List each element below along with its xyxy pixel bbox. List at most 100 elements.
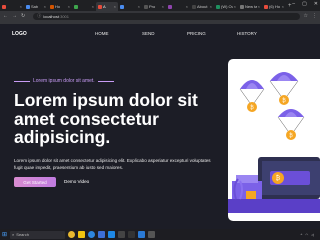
- file-explorer-taskbar-icon[interactable]: [78, 231, 86, 238]
- nav-link-home[interactable]: HOME: [95, 31, 109, 36]
- tab-favicon-icon: [50, 4, 54, 9]
- app-taskbar-icon[interactable]: [118, 231, 126, 238]
- browser-tab[interactable]: A ×: [96, 2, 118, 11]
- browser-tab[interactable]: ×: [118, 2, 142, 11]
- tab-favicon-icon: [120, 4, 124, 9]
- crypto-parachute-illustration: ₿ ₿ ₿ ₿: [228, 72, 320, 213]
- tab-label: New tab: [245, 4, 257, 9]
- terminal-taskbar-icon[interactable]: [128, 231, 136, 238]
- tab-label: (6) Ho: [269, 4, 281, 9]
- browser-tab[interactable]: ×: [72, 2, 96, 11]
- svg-text:₿: ₿: [282, 97, 286, 104]
- nav-link-send[interactable]: SEND: [142, 31, 155, 36]
- tab-close-icon[interactable]: ×: [114, 4, 116, 9]
- get-started-button[interactable]: Get Started: [14, 177, 56, 187]
- browser-tab[interactable]: ×: [0, 2, 24, 11]
- browser-tab[interactable]: Sab ×: [24, 2, 48, 11]
- webpage: LOGO HOME SEND PRICING HISTORY Lorem ips…: [0, 24, 320, 229]
- wifi-icon[interactable]: ◠: [305, 233, 308, 237]
- parachute-coin-right: ₿: [277, 109, 305, 140]
- tab-close-icon[interactable]: ×: [162, 4, 164, 9]
- hero-eyebrow: Lorem ipsum dolor sit amet.: [14, 78, 114, 84]
- new-tab-button[interactable]: +: [288, 3, 292, 9]
- tab-close-icon[interactable]: ×: [20, 4, 22, 9]
- tab-favicon-icon: [264, 4, 268, 9]
- tab-close-icon[interactable]: ×: [138, 4, 140, 9]
- url-field[interactable]: ⓘ localhost:3001: [33, 12, 300, 20]
- browser-menu-icon[interactable]: ⋮: [312, 13, 317, 19]
- tab-favicon-icon: [98, 4, 102, 9]
- hero-paragraph: Lorem ipsum dolor sit amet consectetur a…: [14, 158, 211, 170]
- chevron-up-icon[interactable]: ^: [301, 233, 303, 237]
- window-controls: – ▢ ✕: [292, 1, 318, 7]
- tab-label: Ho: [55, 4, 61, 9]
- svg-text:₿: ₿: [276, 175, 281, 182]
- eyebrow-line-left: [14, 80, 30, 82]
- tab-favicon-icon: [240, 4, 244, 9]
- info-icon[interactable]: ⓘ: [37, 13, 41, 19]
- tab-close-icon[interactable]: ×: [68, 4, 70, 9]
- windows-start-icon[interactable]: ⊞: [2, 231, 7, 238]
- nav-link-pricing[interactable]: PRICING: [187, 31, 206, 36]
- reload-icon[interactable]: ↻: [21, 13, 25, 19]
- address-bar-row: ← → ↻ ⓘ localhost:3001 ☆ ⋮: [0, 11, 320, 21]
- tab-favicon-icon: [26, 4, 30, 9]
- tab-close-icon[interactable]: ×: [234, 4, 236, 9]
- forward-icon[interactable]: →: [12, 13, 17, 19]
- tab-close-icon[interactable]: ×: [258, 4, 260, 9]
- tab-close-icon[interactable]: ×: [92, 4, 94, 9]
- browser-tab[interactable]: Ho ×: [48, 2, 72, 11]
- tab-favicon-icon: [74, 4, 78, 9]
- tab-close-icon[interactable]: ×: [44, 4, 46, 9]
- edge-taskbar-icon[interactable]: [88, 231, 96, 238]
- minimize-icon[interactable]: –: [292, 1, 295, 7]
- svg-text:₿: ₿: [289, 132, 293, 139]
- site-logo[interactable]: LOGO: [12, 31, 27, 37]
- taskbar-search[interactable]: ⌕ Search: [10, 230, 66, 239]
- site-navbar: LOGO HOME SEND PRICING HISTORY: [0, 24, 320, 44]
- close-icon[interactable]: ✕: [314, 1, 318, 7]
- tab-close-icon[interactable]: ×: [186, 4, 188, 9]
- back-icon[interactable]: ←: [3, 13, 8, 19]
- browser-tab[interactable]: (6) Ho ×: [262, 2, 286, 11]
- svg-text:₿: ₿: [250, 104, 254, 111]
- tab-favicon-icon: [144, 4, 148, 9]
- browser-tab[interactable]: ×: [166, 2, 190, 11]
- bookmark-star-icon[interactable]: ☆: [304, 13, 308, 19]
- os-taskbar: ⊞ ⌕ Search ^ ◠ ◁: [0, 229, 320, 240]
- browser-tab-strip: ×Sab×Ho××A××Pro××About×(W) Ou×New tab×(6…: [0, 0, 320, 11]
- tab-favicon-icon: [168, 4, 172, 9]
- store-taskbar-icon[interactable]: [98, 231, 106, 238]
- browser-tab[interactable]: New tab×: [238, 2, 262, 11]
- tab-close-icon[interactable]: ×: [282, 4, 284, 9]
- chrome-taskbar-icon[interactable]: [68, 231, 76, 238]
- hero-illustration: ₿ ₿ ₿ ₿: [228, 59, 320, 221]
- eyebrow-text: Lorem ipsum dolor sit amet.: [33, 78, 95, 84]
- laptop: ₿: [258, 157, 320, 199]
- nav-link-history[interactable]: HISTORY: [237, 31, 257, 36]
- maximize-icon[interactable]: ▢: [302, 1, 307, 7]
- tab-close-icon[interactable]: ×: [210, 4, 212, 9]
- eyebrow-line-right: [97, 80, 114, 82]
- tab-favicon-icon: [192, 4, 196, 9]
- hero-headline: Lorem ipsum dolor sit amet consectetur a…: [14, 90, 198, 147]
- demo-video-button[interactable]: Demo Video: [64, 179, 89, 184]
- tab-favicon-icon: [216, 4, 220, 9]
- tab-label: Pro: [149, 4, 156, 9]
- parachute-coin-top: ₿: [269, 72, 299, 105]
- url-port: :3001: [59, 13, 70, 19]
- search-icon: ⌕: [12, 232, 15, 237]
- browser-tab[interactable]: About ×: [190, 2, 214, 11]
- tab-favicon-icon: [2, 4, 6, 9]
- tab-label: (W) Ou: [221, 4, 233, 9]
- vscode-taskbar-icon[interactable]: [138, 231, 146, 238]
- browser-tab[interactable]: (W) Ou ×: [214, 2, 238, 11]
- tab-label: A: [103, 4, 106, 9]
- system-tray: ^ ◠ ◁: [301, 233, 320, 237]
- tab-label: Sab: [31, 4, 39, 9]
- browser-tab[interactable]: Pro ×: [142, 2, 166, 11]
- parachute-coin-left: ₿: [239, 80, 265, 112]
- mail-taskbar-icon[interactable]: [108, 231, 116, 238]
- volume-icon[interactable]: ◁: [311, 233, 314, 237]
- app2-taskbar-icon[interactable]: [148, 231, 156, 238]
